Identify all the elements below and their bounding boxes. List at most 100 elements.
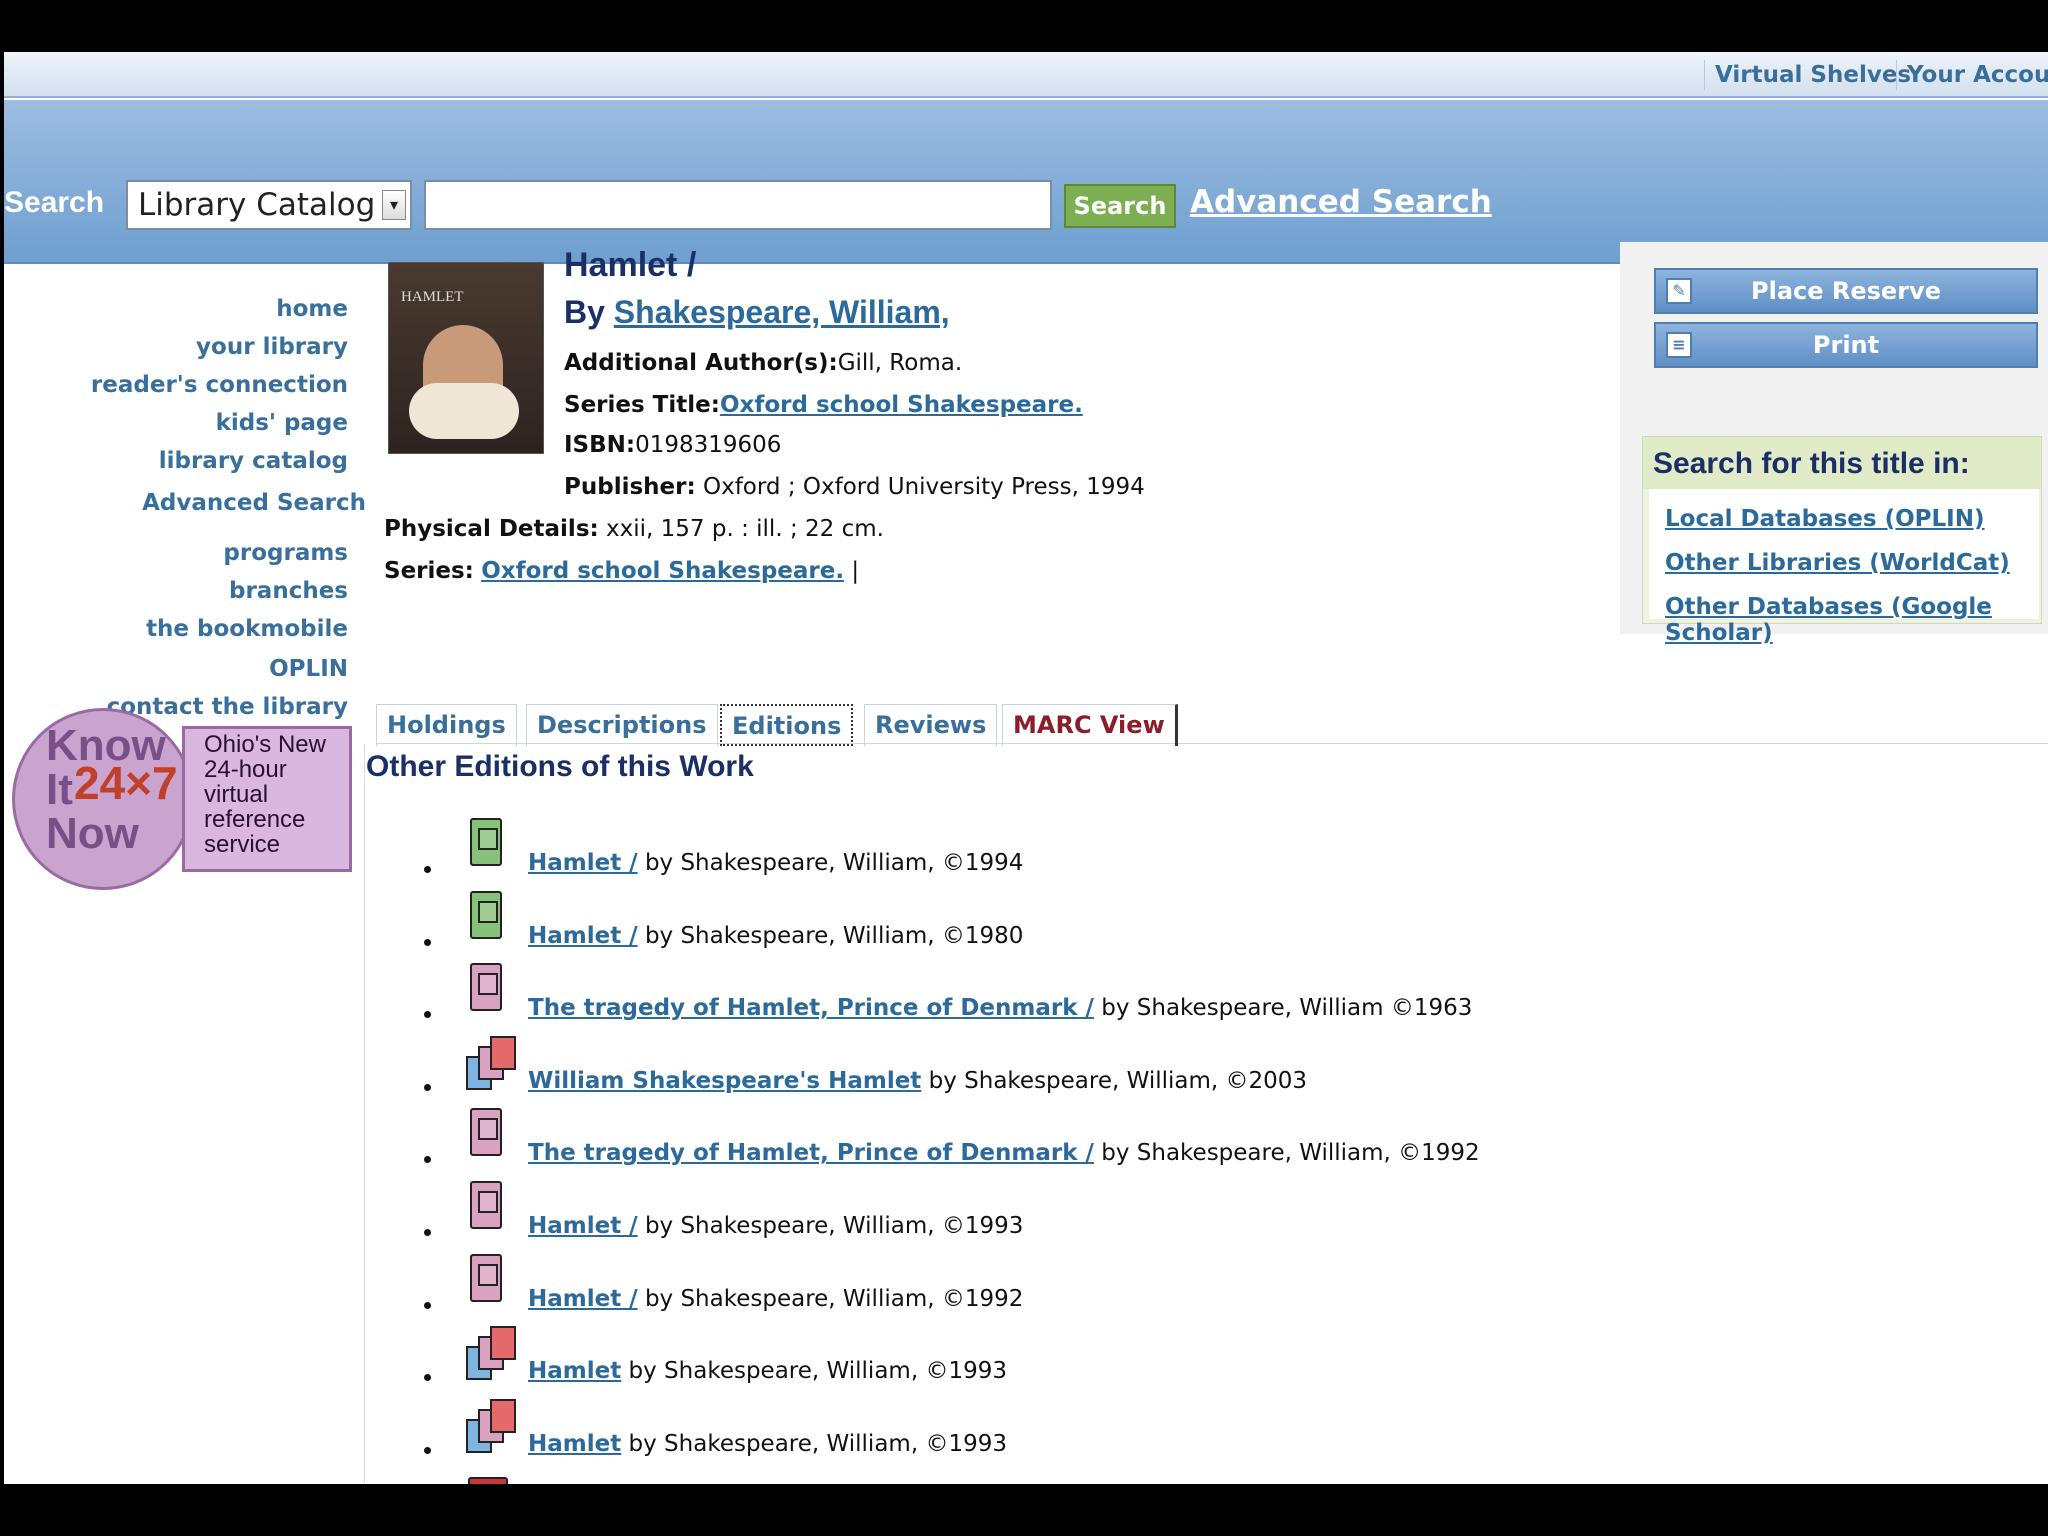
edition-details: by Shakespeare, William, ©1994 bbox=[644, 850, 1024, 876]
edition-text: The tragedy of Hamlet, Prince of Denmark… bbox=[528, 995, 1472, 1021]
edition-item: Hamlet by Shakespeare, William, ©1993 bbox=[424, 1324, 1924, 1396]
your-account-link[interactable]: Your Accou bbox=[1896, 60, 2048, 90]
desc-line: reference bbox=[204, 806, 306, 833]
multimedia-kit-icon bbox=[460, 1034, 516, 1090]
place-reserve-button[interactable]: ✎ Place Reserve bbox=[1654, 268, 2038, 314]
edition-text: The tragedy of Hamlet, Prince of Denmark… bbox=[528, 1140, 1480, 1166]
series-title-link[interactable]: Oxford school Shakespeare. bbox=[720, 392, 1083, 418]
book-cover-image: HAMLET bbox=[388, 262, 544, 454]
virtual-shelves-link[interactable]: Virtual Shelves bbox=[1704, 60, 1921, 90]
know-it-now-banner[interactable]: Know It Now 24×7 Ohio's New 24-hour virt… bbox=[12, 708, 352, 890]
physical-details-line: Physical Details: xxii, 157 p. : ill. ; … bbox=[384, 516, 884, 542]
other-databases-link[interactable]: Other Databases (Google bbox=[1665, 593, 1992, 621]
publisher-value: Oxford ; Oxford University Press, 1994 bbox=[702, 474, 1145, 500]
edition-text: Hamlet / by Shakespeare, William, ©1980 bbox=[528, 923, 1023, 949]
nav-your-library[interactable]: your library bbox=[196, 334, 348, 360]
right-sidebar: ✎ Place Reserve ≡ Print Search for this … bbox=[1620, 242, 2048, 646]
print-button[interactable]: ≡ Print bbox=[1654, 322, 2038, 368]
edition-details: by Shakespeare, William, ©1993 bbox=[628, 1430, 1007, 1457]
edition-title-link[interactable]: Hamlet / bbox=[528, 1213, 638, 1239]
series-label: Series: bbox=[384, 558, 474, 584]
nav-library-catalog[interactable]: library catalog bbox=[159, 448, 348, 474]
other-libraries-link[interactable]: Other Libraries (WorldCat) bbox=[1665, 549, 2010, 577]
additional-author-line: Additional Author(s):Gill, Roma. bbox=[564, 350, 962, 376]
edition-item: William Shakespeare's Hamlet by Shakespe… bbox=[424, 1034, 1924, 1106]
chevron-down-icon[interactable]: ▾ bbox=[382, 190, 406, 220]
series-separator: | bbox=[851, 558, 860, 584]
author-link[interactable]: Shakespeare, William, bbox=[614, 294, 950, 330]
edition-title-link[interactable]: Hamlet / bbox=[528, 923, 638, 949]
edition-title-link[interactable]: William Shakespeare's Hamlet bbox=[528, 1068, 921, 1094]
advanced-search-link[interactable]: Advanced Search bbox=[1190, 184, 1492, 220]
tab-holdings[interactable]: Holdings bbox=[376, 704, 517, 746]
desc-line: service bbox=[204, 831, 281, 858]
edition-text: Hamlet by Shakespeare, William, ©1993 bbox=[528, 1431, 1007, 1457]
edition-details: by Shakespeare, William, ©1992 bbox=[1101, 1140, 1480, 1167]
edition-details: by Shakespeare, William, ©1992 bbox=[644, 1285, 1024, 1312]
search-for-links: Local Databases (OPLIN) Other Libraries … bbox=[1649, 489, 2039, 646]
nav-readers-connection[interactable]: reader's connection bbox=[91, 372, 348, 398]
now-word: Now bbox=[46, 809, 139, 858]
additional-author-value: Gill, Roma. bbox=[837, 350, 963, 376]
edition-text: Hamlet / by Shakespeare, William, ©1992 bbox=[528, 1286, 1023, 1312]
it-word: It bbox=[46, 765, 73, 814]
edition-item: Hamlet / by Shakespeare, William, ©1994 bbox=[424, 816, 1924, 888]
desc-line: virtual bbox=[204, 781, 269, 808]
bullet bbox=[424, 1301, 431, 1309]
edition-item: Hamlet by ©1997 bbox=[424, 1469, 1924, 1484]
nav-home[interactable]: home bbox=[276, 296, 348, 322]
record-tabs: Holdings Descriptions Editions Reviews M… bbox=[376, 704, 2048, 746]
edition-title-link[interactable]: Hamlet bbox=[528, 1431, 621, 1457]
edition-details: by Shakespeare, William, ©1980 bbox=[644, 922, 1024, 949]
series-link[interactable]: Oxford school Shakespeare. bbox=[481, 558, 844, 584]
search-bar: Search Library Catalog ▾ Search Advanced… bbox=[4, 100, 2048, 264]
search-label: Search bbox=[4, 186, 105, 219]
nav-oplin[interactable]: OPLIN bbox=[269, 656, 348, 682]
edition-item: Hamlet / by Shakespeare, William, ©1992 bbox=[424, 1252, 1924, 1324]
multimedia-kit-icon bbox=[460, 1397, 516, 1453]
tab-editions[interactable]: Editions bbox=[720, 704, 854, 746]
tab-marc-view[interactable]: MARC View bbox=[1002, 704, 1178, 746]
record-title: Hamlet / bbox=[564, 246, 697, 284]
catalog-scope-select[interactable]: Library Catalog ▾ bbox=[126, 180, 412, 230]
tab-reviews[interactable]: Reviews bbox=[864, 704, 998, 746]
book-icon bbox=[460, 1106, 516, 1162]
bullet bbox=[424, 866, 431, 873]
edition-details: by Shakespeare, William, ©1993 bbox=[628, 1358, 1007, 1385]
printer-icon: ≡ bbox=[1666, 332, 1692, 358]
edition-item: The tragedy of Hamlet, Prince of Denmark… bbox=[424, 961, 1924, 1033]
edition-title-link[interactable]: The tragedy of Hamlet, Prince of Denmark… bbox=[528, 1140, 1094, 1166]
search-input[interactable] bbox=[424, 180, 1052, 230]
bullet bbox=[424, 938, 431, 946]
know-it-now-description: Ohio's New 24-hour virtual reference ser… bbox=[204, 732, 326, 857]
series-line: Series: Oxford school Shakespeare. | bbox=[384, 558, 859, 584]
edition-title-link[interactable]: Hamlet / bbox=[528, 1286, 638, 1312]
bullet bbox=[424, 1446, 431, 1454]
tab-descriptions[interactable]: Descriptions bbox=[526, 704, 718, 746]
physical-details-value: xxii, 157 p. : ill. ; 22 cm. bbox=[606, 516, 884, 542]
nav-branches[interactable]: branches bbox=[229, 578, 348, 604]
nav-programs[interactable]: programs bbox=[223, 540, 348, 566]
catalog-scope-value: Library Catalog bbox=[138, 187, 376, 223]
nav-kids-page[interactable]: kids' page bbox=[216, 410, 348, 436]
edition-text: Hamlet / by Shakespeare, William, ©1994 bbox=[528, 850, 1023, 876]
search-for-title-box: Search for this title in: Local Database… bbox=[1642, 436, 2042, 646]
edition-item: Hamlet / by Shakespeare, William, ©1993 bbox=[424, 1179, 1924, 1251]
isbn-label: ISBN: bbox=[564, 432, 636, 458]
additional-author-label: Additional Author(s): bbox=[564, 350, 838, 376]
isbn-value: 0198319606 bbox=[635, 432, 782, 458]
edition-title-link[interactable]: Hamlet / bbox=[528, 850, 638, 876]
edition-title-link[interactable]: Hamlet bbox=[528, 1358, 621, 1384]
nav-bookmobile[interactable]: the bookmobile bbox=[146, 616, 348, 642]
other-databases-link-cont[interactable]: Scholar) bbox=[1665, 619, 1773, 647]
desc-line: Ohio's New bbox=[204, 731, 326, 758]
print-label: Print bbox=[1812, 331, 1880, 359]
edition-details: by Shakespeare, William, ©1993 bbox=[644, 1213, 1024, 1239]
local-databases-link[interactable]: Local Databases (OPLIN) bbox=[1665, 505, 1985, 533]
edition-title-link[interactable]: The tragedy of Hamlet, Prince of Denmark… bbox=[528, 995, 1094, 1021]
place-reserve-label: Place Reserve bbox=[1751, 277, 1941, 305]
nav-advanced-search[interactable]: Advanced Search bbox=[142, 490, 366, 516]
hours-number: 24×7 bbox=[74, 757, 178, 809]
search-button[interactable]: Search bbox=[1064, 184, 1176, 228]
publisher-line: Publisher: Oxford ; Oxford University Pr… bbox=[564, 474, 1145, 500]
